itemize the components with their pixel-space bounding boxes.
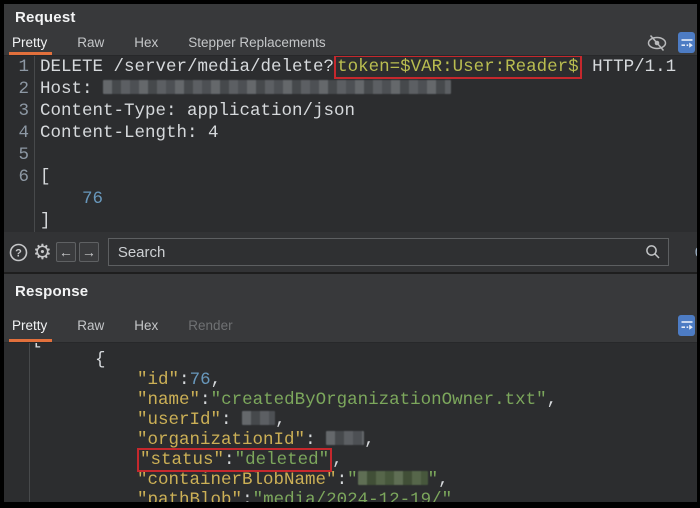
line-number (4, 210, 40, 232)
code-line: 76 (4, 188, 697, 210)
redacted-value (103, 80, 451, 94)
code-line: 3Content-Type: application/json (4, 100, 697, 122)
line-number: 5 (4, 144, 40, 166)
tab-raw[interactable]: Raw (77, 308, 104, 342)
request-header: Request (4, 4, 697, 30)
redacted-value (242, 411, 275, 425)
response-editor[interactable]: [ { "id":76, "name":"createdByOrganizati… (4, 342, 697, 502)
back-arrow-icon: ← (59, 244, 73, 260)
line-number (4, 188, 40, 210)
code-line: "pathBlob":"media/2024-12-19/" (4, 490, 697, 502)
message-editor-window: Request Pretty Raw Hex Stepper Replacements (0, 0, 700, 508)
app-panel: Request Pretty Raw Hex Stepper Replacements (4, 4, 697, 502)
line-number (4, 470, 32, 490)
line-number (4, 450, 32, 470)
tab-pretty[interactable]: Pretty (12, 308, 47, 342)
search-input[interactable] (108, 238, 669, 266)
line-number: 1 (4, 56, 40, 78)
tab-stepper-replacements[interactable]: Stepper Replacements (188, 30, 325, 55)
search-toolbar: ? ⚙ ← → 0 m (4, 232, 697, 272)
svg-text:?: ? (15, 247, 22, 259)
match-count: 0 m (695, 244, 697, 261)
code-line: "containerBlobName":"", (4, 470, 697, 490)
line-number (4, 430, 32, 450)
response-header: Response (4, 274, 697, 308)
line-number: 6 (4, 166, 40, 188)
code-line: "status":"deleted", (4, 450, 697, 470)
request-editor[interactable]: 1DELETE /server/media/delete?token=$VAR:… (4, 55, 697, 232)
code-line: "organizationId": , (4, 430, 697, 450)
response-tabbar: Pretty Raw Hex Render (4, 308, 697, 342)
line-number (4, 390, 32, 410)
line-number (4, 342, 32, 350)
response-code: [ { "id":76, "name":"createdByOrganizati… (4, 342, 697, 502)
code-line: { (4, 350, 697, 370)
code-line: "userId": , (4, 410, 697, 430)
line-number: 4 (4, 122, 40, 144)
redacted-value (326, 431, 364, 445)
line-number: 2 (4, 78, 40, 100)
tab-hex[interactable]: Hex (134, 308, 158, 342)
tab-render[interactable]: Render (188, 308, 232, 342)
code-line: "id":76, (4, 370, 697, 390)
line-number (4, 370, 32, 390)
request-title: Request (15, 9, 76, 26)
help-icon[interactable]: ? (9, 243, 28, 262)
hide-matches-icon[interactable] (645, 33, 669, 53)
next-match-button[interactable]: → (79, 242, 99, 262)
code-line: 1DELETE /server/media/delete?token=$VAR:… (4, 56, 697, 78)
tab-raw[interactable]: Raw (77, 30, 104, 55)
highlight-box: token=$VAR:User:Reader$ (336, 57, 580, 77)
word-wrap-icon[interactable] (678, 315, 695, 336)
forward-arrow-icon: → (82, 244, 96, 260)
highlight-box: "status":"deleted" (139, 450, 330, 470)
code-line: 5 (4, 144, 697, 166)
line-number (4, 350, 32, 370)
response-tabs: Pretty Raw Hex Render (12, 308, 263, 342)
search-icon (645, 244, 661, 265)
code-line: ] (4, 210, 697, 232)
line-number: 3 (4, 100, 40, 122)
word-wrap-icon[interactable] (678, 32, 695, 53)
code-line: 2Host: (4, 78, 697, 100)
code-line: "name":"createdByOrganizationOwner.txt", (4, 390, 697, 410)
response-title: Response (15, 283, 88, 300)
previous-match-button[interactable]: ← (56, 242, 76, 262)
code-line: 4Content-Length: 4 (4, 122, 697, 144)
settings-gear-icon[interactable]: ⚙ (33, 242, 52, 263)
code-line: 6[ (4, 166, 697, 188)
tab-pretty[interactable]: Pretty (12, 30, 47, 55)
code-line: [ (4, 342, 697, 350)
line-number (4, 490, 32, 502)
line-number (4, 410, 32, 430)
request-tabs: Pretty Raw Hex Stepper Replacements (12, 30, 356, 55)
request-code: 1DELETE /server/media/delete?token=$VAR:… (4, 56, 697, 232)
redacted-value (358, 471, 428, 485)
tab-hex[interactable]: Hex (134, 30, 158, 55)
request-tabbar: Pretty Raw Hex Stepper Replacements (4, 30, 697, 55)
